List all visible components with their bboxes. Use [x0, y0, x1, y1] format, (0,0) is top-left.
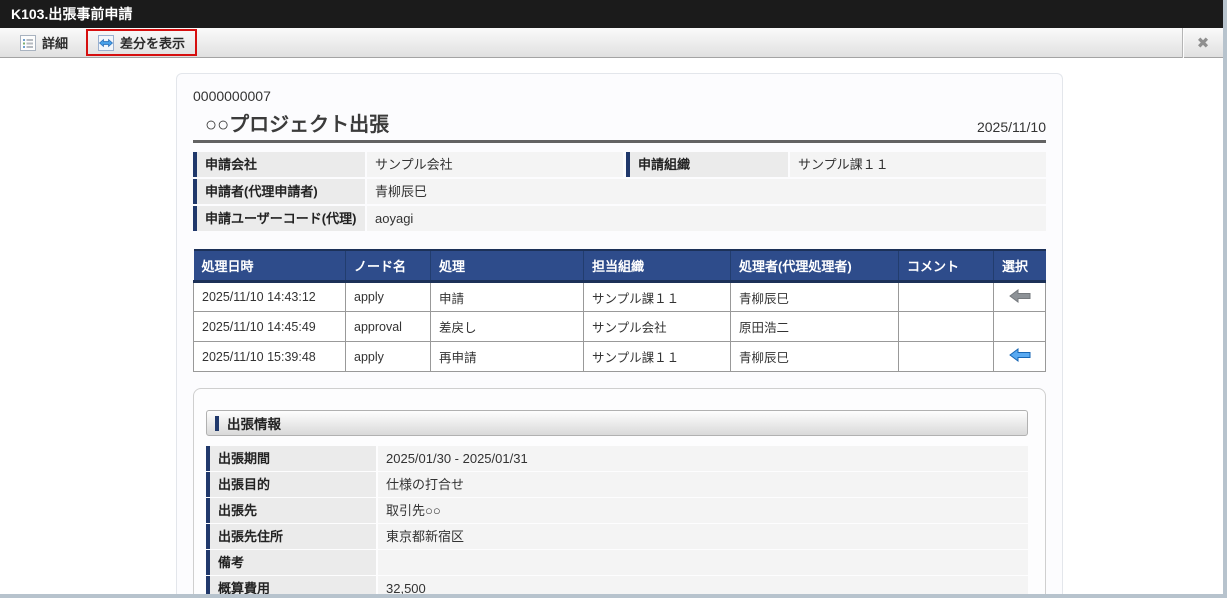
- history-cell-org: サンプル課１１: [583, 281, 731, 312]
- document-date: 2025/11/10: [976, 119, 1046, 135]
- field-label: 出張目的: [206, 472, 376, 497]
- document-number: 0000000007: [193, 88, 271, 104]
- field-label: 出張先: [206, 498, 376, 523]
- history-cell-comment: [898, 341, 994, 372]
- field-value: 取引先○○: [378, 498, 1028, 523]
- field-value: 青柳辰巳: [367, 179, 1046, 204]
- trip-info-panel: 出張情報 出張期間 2025/01/30 - 2025/01/31 出張目的 仕様の打…: [193, 388, 1046, 594]
- history-cell-processor: 青柳辰巳: [730, 341, 899, 372]
- history-cell-action: 差戻し: [430, 311, 584, 342]
- application-window: K103.出張事前申請 詳細 差分を表示 ✖ 0000000007 ○○プロジェ…: [0, 0, 1227, 598]
- table-row: 2025/11/10 14:45:49 approval 差戻し サンプル会社 原田浩二: [193, 311, 1046, 342]
- form-row: 申請者(代理申請者) 青柳辰巳: [193, 179, 1046, 204]
- history-column-header: コメント: [898, 249, 994, 283]
- document-title: ○○プロジェクト出張: [205, 114, 390, 136]
- field-value: aoyagi: [367, 206, 1046, 231]
- history-table-body: 2025/11/10 14:43:12 apply 申請 サンプル課１１ 青柳辰巳 202…: [193, 281, 1046, 372]
- toolbar: 詳細 差分を表示 ✖: [0, 27, 1223, 58]
- form-row: 出張期間 2025/01/30 - 2025/01/31: [206, 446, 1028, 471]
- form-row: 申請ユーザーコード(代理) aoyagi: [193, 206, 1046, 231]
- trip-section-title: 出張情報: [227, 417, 281, 432]
- select-arrow-gray-icon[interactable]: [1008, 288, 1031, 306]
- history-column-header: 処理: [430, 249, 584, 283]
- document-panel: 0000000007 ○○プロジェクト出張 2025/11/10 申請会社 サンプ…: [176, 73, 1063, 594]
- form-row: 備考: [206, 550, 1028, 575]
- field-label: 申請ユーザーコード(代理): [193, 206, 365, 231]
- history-cell-datetime: 2025/11/10 15:39:48: [193, 341, 346, 372]
- field-label: 申請会社: [193, 152, 365, 177]
- field-value: 東京都新宿区: [378, 524, 1028, 549]
- select-arrow-blue-icon[interactable]: [1008, 348, 1031, 365]
- window-title: K103.出張事前申請: [0, 0, 1223, 28]
- history-cell-comment: [898, 281, 994, 312]
- applicant-form: 申請会社 サンプル会社 申請組織 サンプル課１１ 申請者(代理申請者) 青柳辰巳 申請ユーザ…: [193, 152, 1046, 231]
- history-column-header: 担当組織: [583, 249, 731, 283]
- show-diff-button[interactable]: 差分を表示: [94, 30, 189, 56]
- field-label: 概算費用: [206, 576, 376, 594]
- trip-form: 出張期間 2025/01/30 - 2025/01/31 出張目的 仕様の打合せ 出張先…: [206, 446, 1028, 594]
- form-row: 概算費用 32,500: [206, 576, 1028, 594]
- section-accent-bar: [215, 415, 219, 431]
- field-label: 出張先住所: [206, 524, 376, 549]
- history-cell-processor: 青柳辰巳: [730, 281, 899, 312]
- field-value: 32,500: [378, 576, 1028, 594]
- field-value: 仕様の打合せ: [378, 472, 1028, 497]
- document-title-row: ○○プロジェクト出張 2025/11/10: [193, 106, 1046, 143]
- field-value: サンプル課１１: [790, 152, 1046, 177]
- history-cell-datetime: 2025/11/10 14:45:49: [193, 311, 346, 342]
- field-label: 申請組織: [626, 152, 788, 177]
- history-cell-org: サンプル課１１: [583, 341, 731, 372]
- history-cell-processor: 原田浩二: [730, 311, 899, 342]
- trip-section-header: 出張情報: [206, 410, 1028, 436]
- field-label: 出張期間: [206, 446, 376, 471]
- history-cell-action: 再申請: [430, 341, 584, 372]
- history-cell-datetime: 2025/11/10 14:43:12: [193, 281, 346, 312]
- history-cell-node: approval: [345, 311, 431, 342]
- diff-button-highlight: 差分を表示: [86, 29, 198, 56]
- form-row: 出張目的 仕様の打合せ: [206, 472, 1028, 497]
- history-cell-node: apply: [345, 281, 431, 312]
- history-cell-org: サンプル会社: [583, 311, 731, 342]
- detail-button[interactable]: 詳細: [12, 30, 76, 56]
- detail-button-label: 詳細: [42, 36, 69, 51]
- history-cell-node: apply: [345, 341, 431, 372]
- history-table: 処理日時 ノード名 処理 担当組織 処理者(代理処理者) コメント 選択 2025/11/1…: [193, 249, 1046, 372]
- history-column-header: 処理日時: [193, 249, 346, 283]
- history-column-header: 処理者(代理処理者): [730, 249, 899, 283]
- field-value: 2025/01/30 - 2025/01/31: [378, 446, 1028, 471]
- field-value: [378, 550, 1028, 575]
- field-label: 備考: [206, 550, 376, 575]
- history-cell-select: [993, 281, 1046, 312]
- history-cell-comment: [898, 311, 994, 342]
- field-label: 申請者(代理申請者): [193, 179, 365, 204]
- history-cell-select: [993, 311, 1046, 342]
- close-icon[interactable]: ✖: [1183, 28, 1223, 58]
- content-area: 0000000007 ○○プロジェクト出張 2025/11/10 申請会社 サンプ…: [0, 58, 1223, 594]
- history-column-header: ノード名: [345, 249, 431, 283]
- history-header-row: 処理日時 ノード名 処理 担当組織 処理者(代理処理者) コメント 選択: [193, 249, 1046, 283]
- history-cell-select: [993, 341, 1046, 372]
- table-row: 2025/11/10 15:39:48 apply 再申請 サンプル課１１ 青柳辰巳: [193, 341, 1046, 372]
- field-value: サンプル会社: [367, 152, 623, 177]
- form-row: 出張先住所 東京都新宿区: [206, 524, 1028, 549]
- form-row: 申請会社 サンプル会社 申請組織 サンプル課１１: [193, 152, 1046, 177]
- form-row: 出張先 取引先○○: [206, 498, 1028, 523]
- history-column-header: 選択: [993, 249, 1046, 283]
- table-row: 2025/11/10 14:43:12 apply 申請 サンプル課１１ 青柳辰巳: [193, 281, 1046, 312]
- list-detail-icon: [20, 34, 36, 51]
- history-cell-action: 申請: [430, 281, 584, 312]
- double-arrow-icon: [98, 34, 115, 51]
- show-diff-button-label: 差分を表示: [120, 36, 186, 51]
